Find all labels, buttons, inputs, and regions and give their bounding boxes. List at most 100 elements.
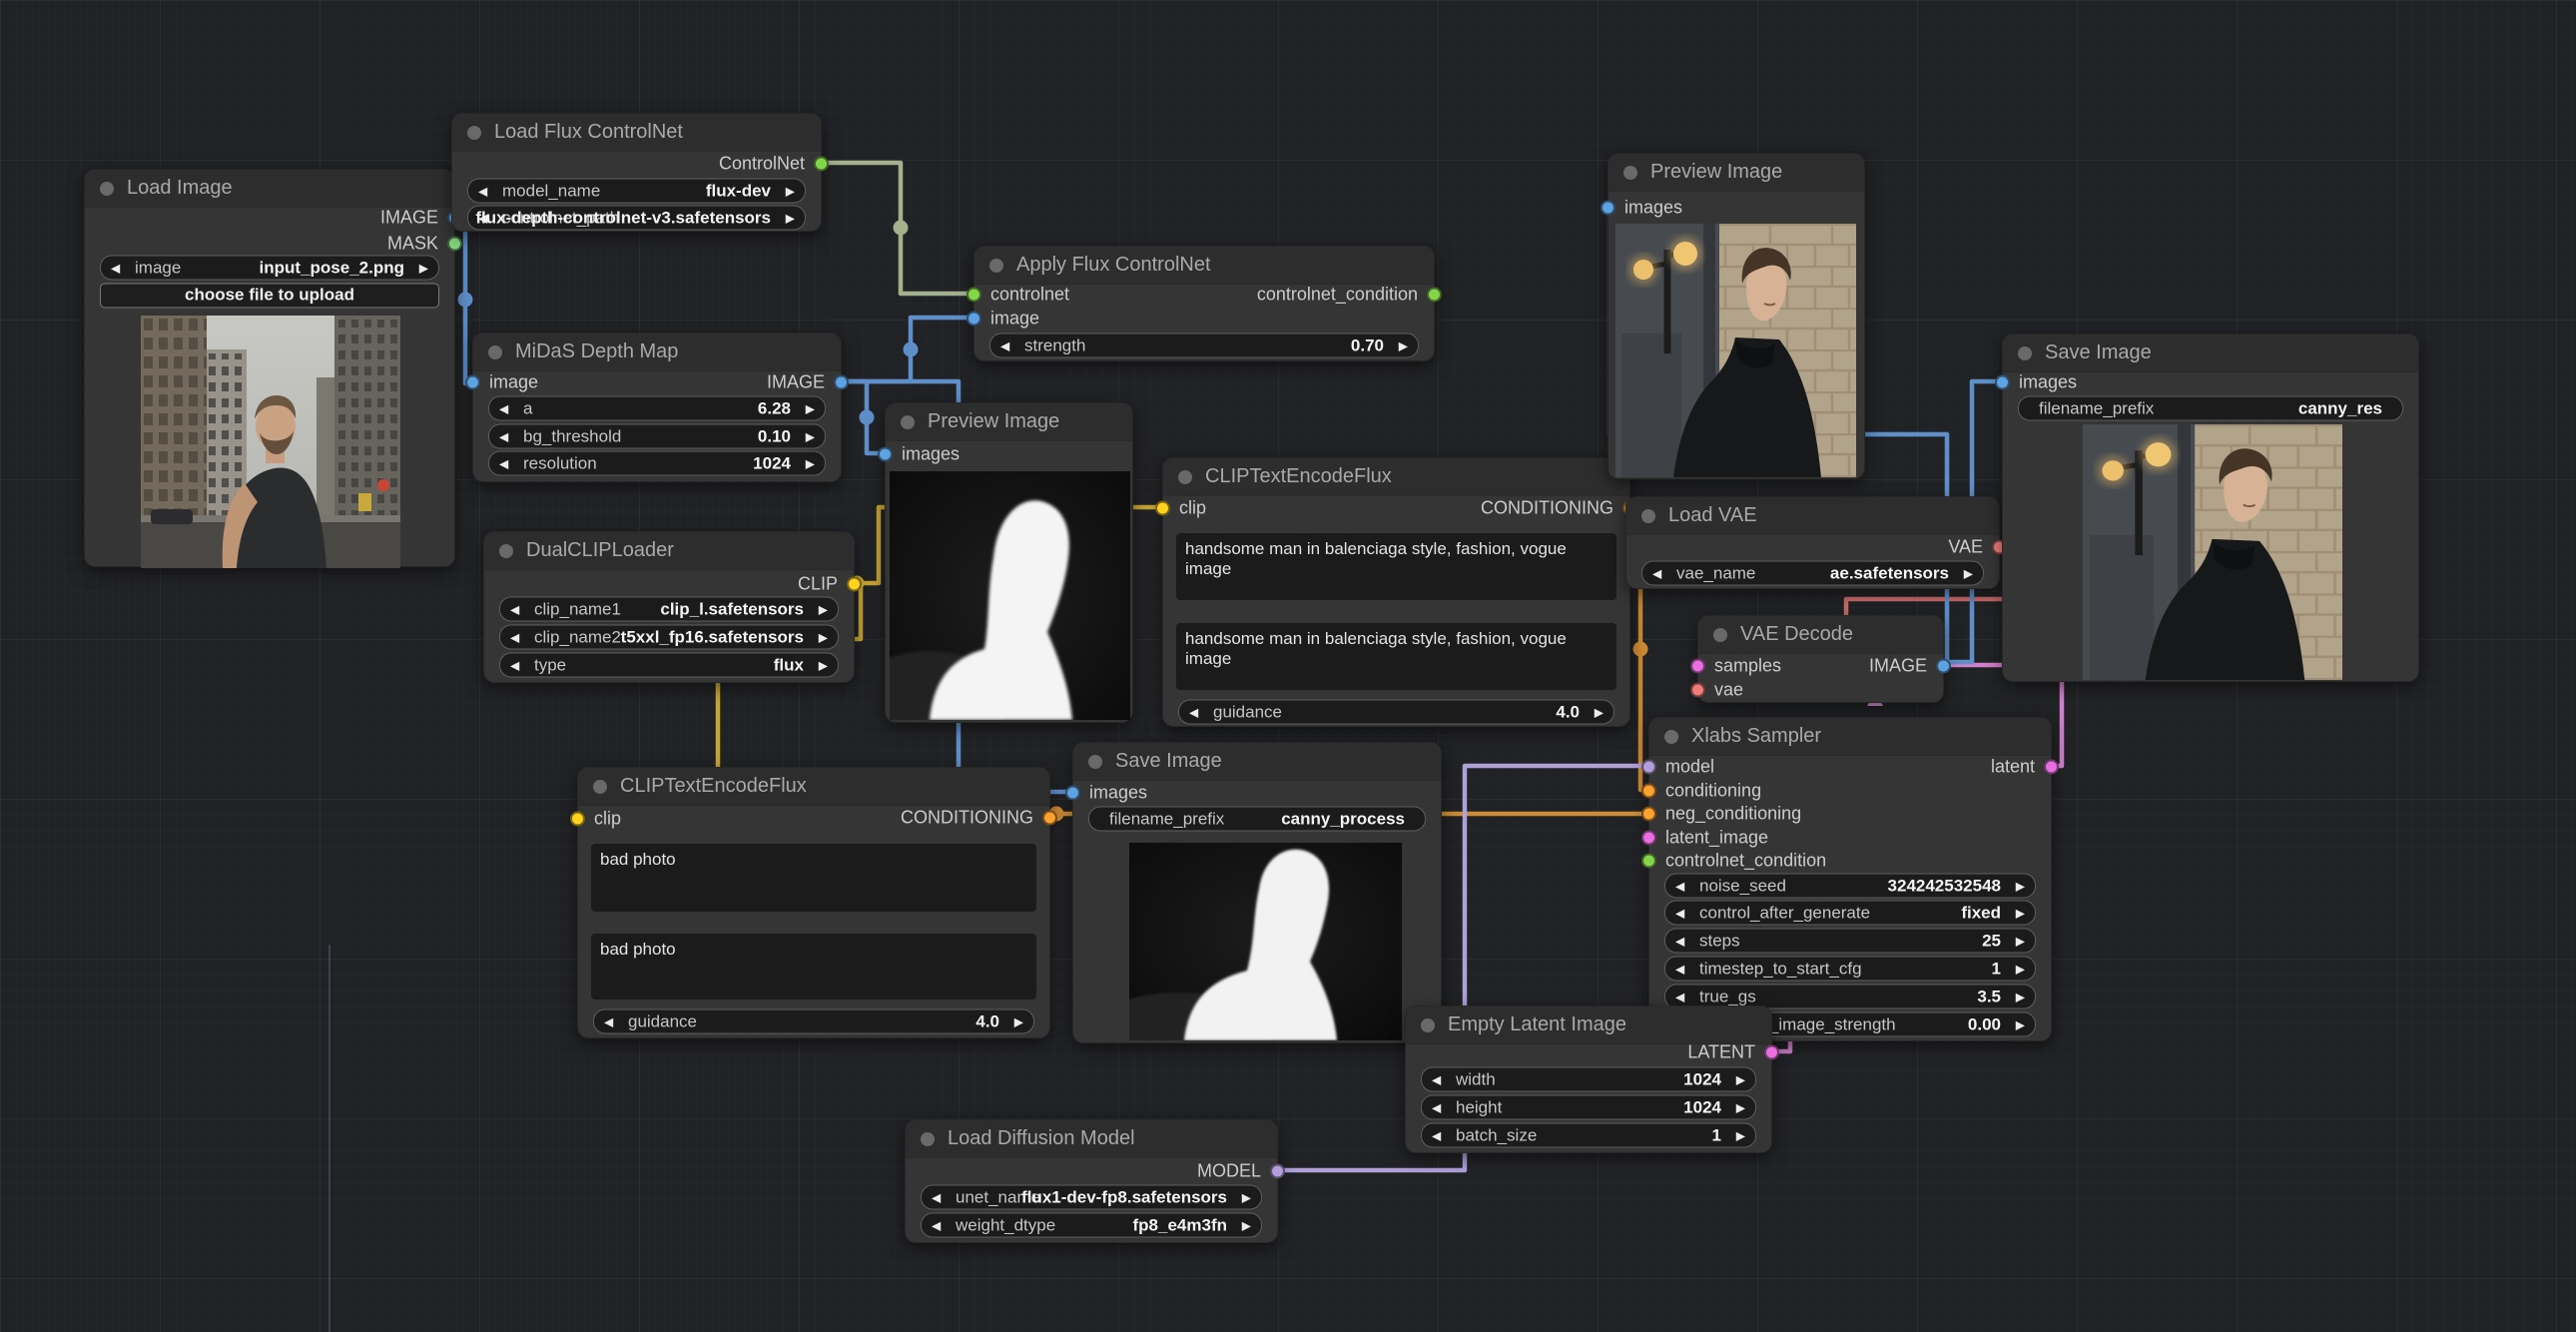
widget-batch_size[interactable]: ◀▶batch_size1	[1421, 1123, 1756, 1148]
widget-guidance[interactable]: ◀▶guidance4.0	[1178, 700, 1614, 725]
increment-arrow-icon[interactable]: ▶	[819, 631, 828, 643]
comfyui-canvas[interactable]: { "app": {"name": "ComfyUI node graph", …	[0, 0, 2576, 1332]
increment-arrow-icon[interactable]: ▶	[786, 212, 795, 224]
increment-arrow-icon[interactable]: ▶	[819, 603, 828, 615]
input-dot-icon[interactable]	[1641, 854, 1656, 869]
collapse-dot-icon[interactable]	[921, 1132, 935, 1146]
increment-arrow-icon[interactable]: ▶	[419, 262, 428, 274]
widget-type[interactable]: ◀▶typeflux	[499, 653, 839, 678]
decrement-arrow-icon[interactable]: ◀	[1432, 1073, 1441, 1085]
node-empty-latent-image[interactable]: Empty Latent ImageLATENT◀▶width1024◀▶hei…	[1405, 1005, 1772, 1153]
increment-arrow-icon[interactable]: ▶	[2016, 1018, 2025, 1030]
output-dot-icon[interactable]	[847, 577, 862, 592]
decrement-arrow-icon[interactable]: ◀	[932, 1219, 941, 1231]
link-reroute-dot[interactable]	[904, 342, 919, 357]
widget-a[interactable]: ◀▶a6.28	[488, 396, 826, 421]
decrement-arrow-icon[interactable]: ◀	[111, 262, 120, 274]
decrement-arrow-icon[interactable]: ◀	[604, 1015, 613, 1027]
widget-filename_prefix[interactable]: filename_prefixcanny_process	[1088, 807, 1426, 832]
output-dot-icon[interactable]	[814, 157, 829, 172]
output-dot-icon[interactable]	[834, 375, 849, 390]
decrement-arrow-icon[interactable]: ◀	[499, 402, 508, 414]
increment-arrow-icon[interactable]: ▶	[1399, 339, 1408, 351]
output-dot-icon[interactable]	[447, 237, 462, 252]
collapse-dot-icon[interactable]	[1641, 509, 1655, 523]
decrement-arrow-icon[interactable]: ◀	[1675, 907, 1684, 919]
increment-arrow-icon[interactable]: ▶	[1595, 706, 1604, 718]
input-dot-icon[interactable]	[1601, 201, 1615, 216]
widget-vae_name[interactable]: ◀▶vae_nameae.safetensors	[1641, 561, 1984, 586]
node-preview-image-depth[interactable]: Preview Imageimages	[885, 402, 1133, 723]
input-dot-icon[interactable]	[570, 812, 585, 827]
node-clip-text-encode-flux-positive[interactable]: CLIPTextEncodeFluxclipCONDITIONING◀▶guid…	[1162, 457, 1630, 727]
decrement-arrow-icon[interactable]: ◀	[510, 659, 519, 671]
decrement-arrow-icon[interactable]: ◀	[1675, 963, 1684, 975]
node-load-image[interactable]: Load ImageIMAGEMASK◀▶imageinput_pose_2.p…	[84, 169, 455, 567]
node-header[interactable]: Save Image	[1073, 743, 1441, 781]
decrement-arrow-icon[interactable]: ◀	[499, 430, 508, 442]
node-header[interactable]: Save Image	[2003, 334, 2418, 372]
increment-arrow-icon[interactable]: ▶	[1014, 1015, 1023, 1027]
widget-clip_name2[interactable]: ◀▶clip_name2t5xxl_fp16.safetensors	[499, 625, 839, 650]
prompt-textarea[interactable]: bad photo	[591, 844, 1036, 912]
node-header[interactable]: CLIPTextEncodeFlux	[578, 768, 1049, 806]
node-header[interactable]: Load Diffusion Model	[906, 1120, 1277, 1158]
collapse-dot-icon[interactable]	[1664, 730, 1678, 744]
widget-steps[interactable]: ◀▶steps25	[1664, 929, 2036, 954]
increment-arrow-icon[interactable]: ▶	[1736, 1073, 1745, 1085]
node-apply-flux-controlnet[interactable]: Apply Flux ControlNetcontrolnetimagecont…	[973, 246, 1435, 361]
link-reroute-dot[interactable]	[894, 221, 909, 236]
widget-control_after_generate[interactable]: ◀▶control_after_generatefixed	[1664, 901, 2036, 926]
increment-arrow-icon[interactable]: ▶	[1242, 1219, 1251, 1231]
node-header[interactable]: MiDaS Depth Map	[473, 333, 841, 371]
input-dot-icon[interactable]	[1641, 831, 1656, 846]
node-load-diffusion-model[interactable]: Load Diffusion ModelMODEL◀▶unet_nameflux…	[905, 1119, 1278, 1243]
collapse-dot-icon[interactable]	[1623, 166, 1637, 180]
decrement-arrow-icon[interactable]: ◀	[1432, 1129, 1441, 1141]
node-clip-text-encode-flux-negative[interactable]: CLIPTextEncodeFluxclipCONDITIONING◀▶guid…	[577, 767, 1050, 1038]
widget-width[interactable]: ◀▶width1024	[1421, 1067, 1756, 1092]
increment-arrow-icon[interactable]: ▶	[2016, 991, 2025, 1002]
node-dual-clip-loader[interactable]: DualCLIPLoaderCLIP◀▶clip_name1clip_l.saf…	[483, 531, 855, 683]
node-header[interactable]: Load Image	[85, 170, 454, 208]
widget-strength[interactable]: ◀▶strength0.70	[989, 333, 1419, 358]
node-header[interactable]: Load VAE	[1626, 497, 1999, 535]
input-dot-icon[interactable]	[966, 288, 981, 303]
widget-unet_name[interactable]: ◀▶unet_nameflux1-dev-fp8.safetensors	[921, 1185, 1262, 1210]
output-dot-icon[interactable]	[1936, 659, 1951, 674]
input-dot-icon[interactable]	[966, 312, 981, 327]
collapse-dot-icon[interactable]	[100, 182, 114, 196]
output-dot-icon[interactable]	[2044, 760, 2059, 775]
node-header[interactable]: Preview Image	[886, 403, 1132, 441]
decrement-arrow-icon[interactable]: ◀	[1675, 935, 1684, 947]
increment-arrow-icon[interactable]: ▶	[819, 659, 828, 671]
prompt-textarea[interactable]: handsome man in balenciaga style, fashio…	[1176, 623, 1616, 690]
collapse-dot-icon[interactable]	[593, 780, 607, 794]
collapse-dot-icon[interactable]	[1713, 628, 1727, 642]
output-dot-icon[interactable]	[1764, 1045, 1779, 1060]
input-dot-icon[interactable]	[1690, 659, 1705, 674]
node-header[interactable]: DualCLIPLoader	[484, 532, 854, 570]
widget-controlnet_path[interactable]: ◀▶controlnet_pathflux-depth-controlnet-v…	[467, 206, 806, 231]
collapse-dot-icon[interactable]	[2018, 346, 2032, 360]
link-reroute-dot[interactable]	[860, 410, 875, 425]
prompt-textarea[interactable]: handsome man in balenciaga style, fashio…	[1176, 533, 1616, 600]
input-dot-icon[interactable]	[1690, 683, 1705, 698]
decrement-arrow-icon[interactable]: ◀	[932, 1191, 941, 1203]
node-midas-depth-map[interactable]: MiDaS Depth MapimageIMAGE◀▶a6.28◀▶bg_thr…	[472, 333, 842, 482]
decrement-arrow-icon[interactable]: ◀	[1675, 880, 1684, 892]
node-preview-image-result[interactable]: Preview Imageimages	[1608, 153, 1865, 479]
widget-timestep_to_start_cfg[interactable]: ◀▶timestep_to_start_cfg1	[1664, 957, 2036, 982]
decrement-arrow-icon[interactable]: ◀	[1675, 991, 1684, 1002]
increment-arrow-icon[interactable]: ▶	[1736, 1101, 1745, 1113]
collapse-dot-icon[interactable]	[1088, 755, 1102, 769]
button-choose-file-to-upload[interactable]: choose file to upload	[100, 284, 439, 309]
node-xlabs-sampler[interactable]: Xlabs Samplermodelconditioningneg_condit…	[1648, 717, 2052, 1041]
node-header[interactable]: Apply Flux ControlNet	[974, 247, 1434, 285]
increment-arrow-icon[interactable]: ▶	[2016, 880, 2025, 892]
increment-arrow-icon[interactable]: ▶	[1964, 567, 1973, 579]
decrement-arrow-icon[interactable]: ◀	[1189, 706, 1198, 718]
input-dot-icon[interactable]	[1155, 501, 1170, 516]
input-dot-icon[interactable]	[1641, 760, 1656, 775]
widget-image[interactable]: ◀▶imageinput_pose_2.png	[100, 256, 439, 281]
